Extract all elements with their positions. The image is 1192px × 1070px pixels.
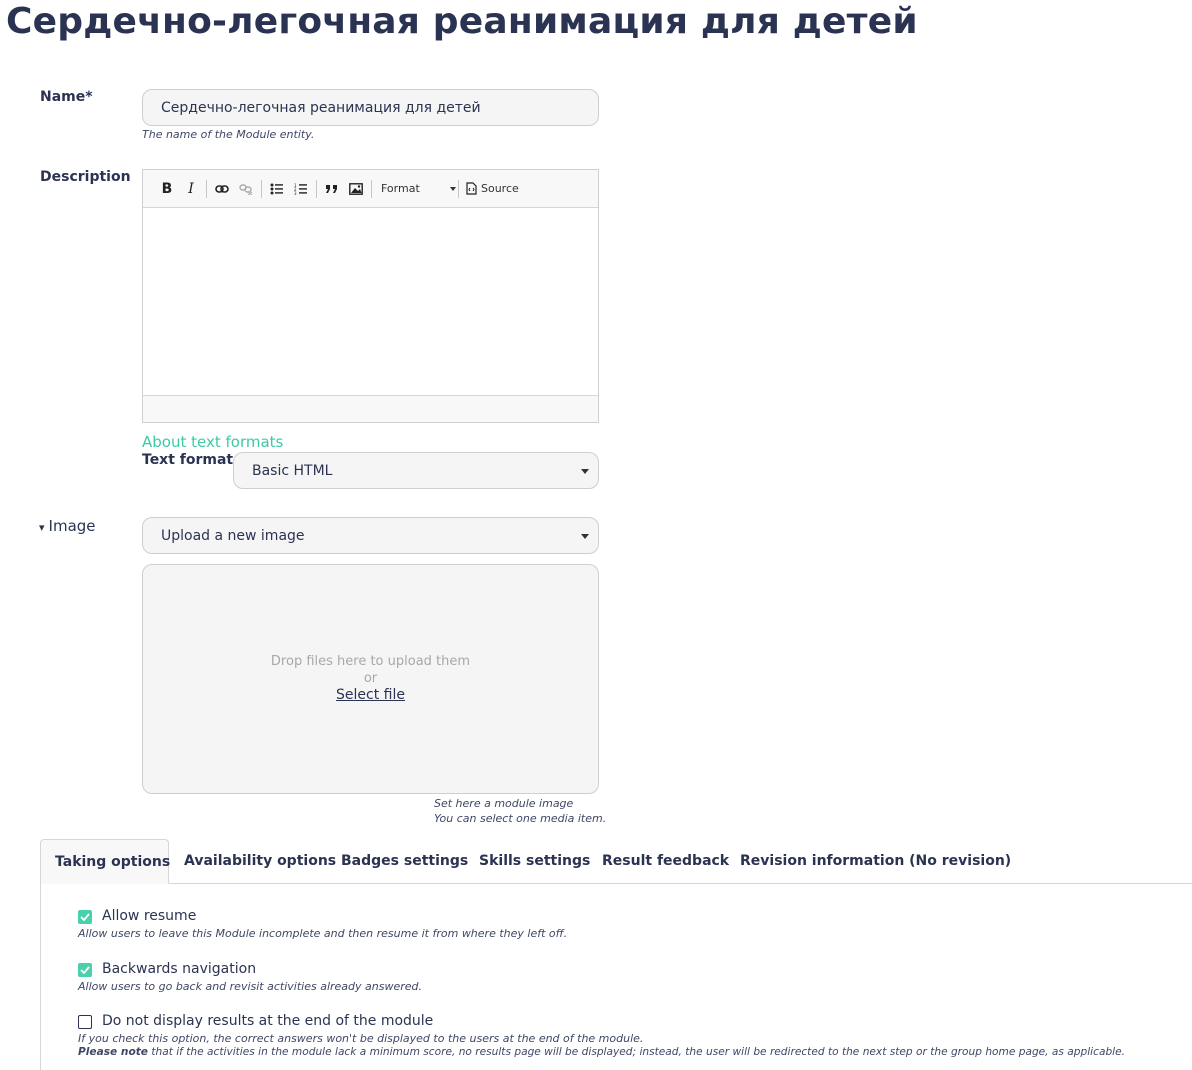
bullet-list-icon[interactable] xyxy=(265,177,289,201)
backwards-navigation-label[interactable]: Backwards navigation xyxy=(102,961,256,977)
image-label: Image xyxy=(48,517,96,535)
allow-resume-help: Allow users to leave this Module incompl… xyxy=(78,927,568,940)
toolbar-separator xyxy=(316,179,317,198)
unlink-icon[interactable] xyxy=(234,177,258,201)
hide-results-label[interactable]: Do not display results at the end of the… xyxy=(102,1013,433,1029)
chevron-down-icon xyxy=(449,186,456,191)
backwards-navigation-checkbox[interactable] xyxy=(78,963,92,977)
image-help-1: Set here a module image xyxy=(434,797,574,810)
toolbar-separator xyxy=(458,179,459,198)
numbered-list-icon[interactable]: 123 xyxy=(289,177,313,201)
image-details-toggle[interactable]: ▾ Image xyxy=(39,517,96,535)
description-label: Description xyxy=(40,169,131,185)
select-file-link[interactable]: Select file xyxy=(336,687,405,703)
name-label: Name* xyxy=(40,89,93,105)
toolbar-separator xyxy=(371,179,372,198)
dropzone-text: Drop files here to upload them xyxy=(270,654,471,669)
blockquote-icon[interactable] xyxy=(320,177,344,201)
svg-text:3: 3 xyxy=(294,191,297,195)
tab-taking-options[interactable]: Taking options xyxy=(40,839,170,884)
name-input-value: Сердечно-легочная реанимация для детей xyxy=(161,99,481,116)
chevron-down-icon xyxy=(581,468,589,474)
tab-panel-border xyxy=(40,883,42,1070)
format-dropdown[interactable]: Format xyxy=(375,177,456,201)
tab-availability-options[interactable]: Availability options xyxy=(184,839,336,883)
toolbar-separator xyxy=(261,179,262,198)
source-label: Source xyxy=(481,182,519,195)
tab-badges-settings[interactable]: Badges settings xyxy=(341,839,468,883)
editor-toolbar: B I 123 Format Source xyxy=(143,170,598,208)
hide-results-checkbox[interactable] xyxy=(78,1015,92,1029)
image-source-value: Upload a new image xyxy=(161,527,305,544)
hide-results-note: Please note that if the activities in th… xyxy=(78,1046,1125,1058)
image-source-select[interactable]: Upload a new image xyxy=(142,517,599,554)
italic-button[interactable]: I xyxy=(179,177,203,201)
checkmark-icon xyxy=(80,913,90,921)
text-format-label: Text format xyxy=(142,452,234,468)
tab-skills-settings[interactable]: Skills settings xyxy=(479,839,590,883)
page-title: Сердечно-легочная реанимация для детей xyxy=(6,1,918,42)
image-help-2: You can select one media item. xyxy=(434,812,607,825)
text-format-value: Basic HTML xyxy=(252,462,333,479)
hide-results-help: If you check this option, the correct an… xyxy=(78,1032,644,1045)
required-mark: * xyxy=(85,89,93,105)
image-icon[interactable] xyxy=(344,177,368,201)
bold-button[interactable]: B xyxy=(155,177,179,201)
chevron-down-icon xyxy=(581,533,589,539)
editor-statusbar xyxy=(143,395,598,422)
backwards-navigation-help: Allow users to go back and revisit activ… xyxy=(78,980,422,993)
description-editor[interactable]: B I 123 Format Source xyxy=(142,169,599,423)
format-label: Format xyxy=(381,182,420,195)
tab-revision-information[interactable]: Revision information (No revision) xyxy=(740,839,1011,883)
link-icon[interactable] xyxy=(210,177,234,201)
name-help: The name of the Module entity. xyxy=(142,128,315,141)
text-format-select[interactable]: Basic HTML xyxy=(233,452,599,489)
source-button[interactable]: Source xyxy=(462,182,523,195)
triangle-down-icon: ▾ xyxy=(39,521,45,534)
name-input[interactable]: Сердечно-легочная реанимация для детей xyxy=(142,89,599,126)
dropzone-or: or xyxy=(363,671,378,686)
note-emphasis: Please note xyxy=(78,1046,148,1058)
allow-resume-label[interactable]: Allow resume xyxy=(102,908,196,924)
checkmark-icon xyxy=(80,966,90,974)
note-text: that if the activities in the module lac… xyxy=(147,1046,1125,1058)
toolbar-separator xyxy=(206,179,207,198)
allow-resume-checkbox[interactable] xyxy=(78,910,92,924)
about-text-formats-link[interactable]: About text formats xyxy=(142,433,283,451)
image-dropzone[interactable]: Drop files here to upload them or Select… xyxy=(142,564,599,794)
source-icon xyxy=(466,182,477,195)
tab-result-feedback[interactable]: Result feedback xyxy=(602,839,729,883)
